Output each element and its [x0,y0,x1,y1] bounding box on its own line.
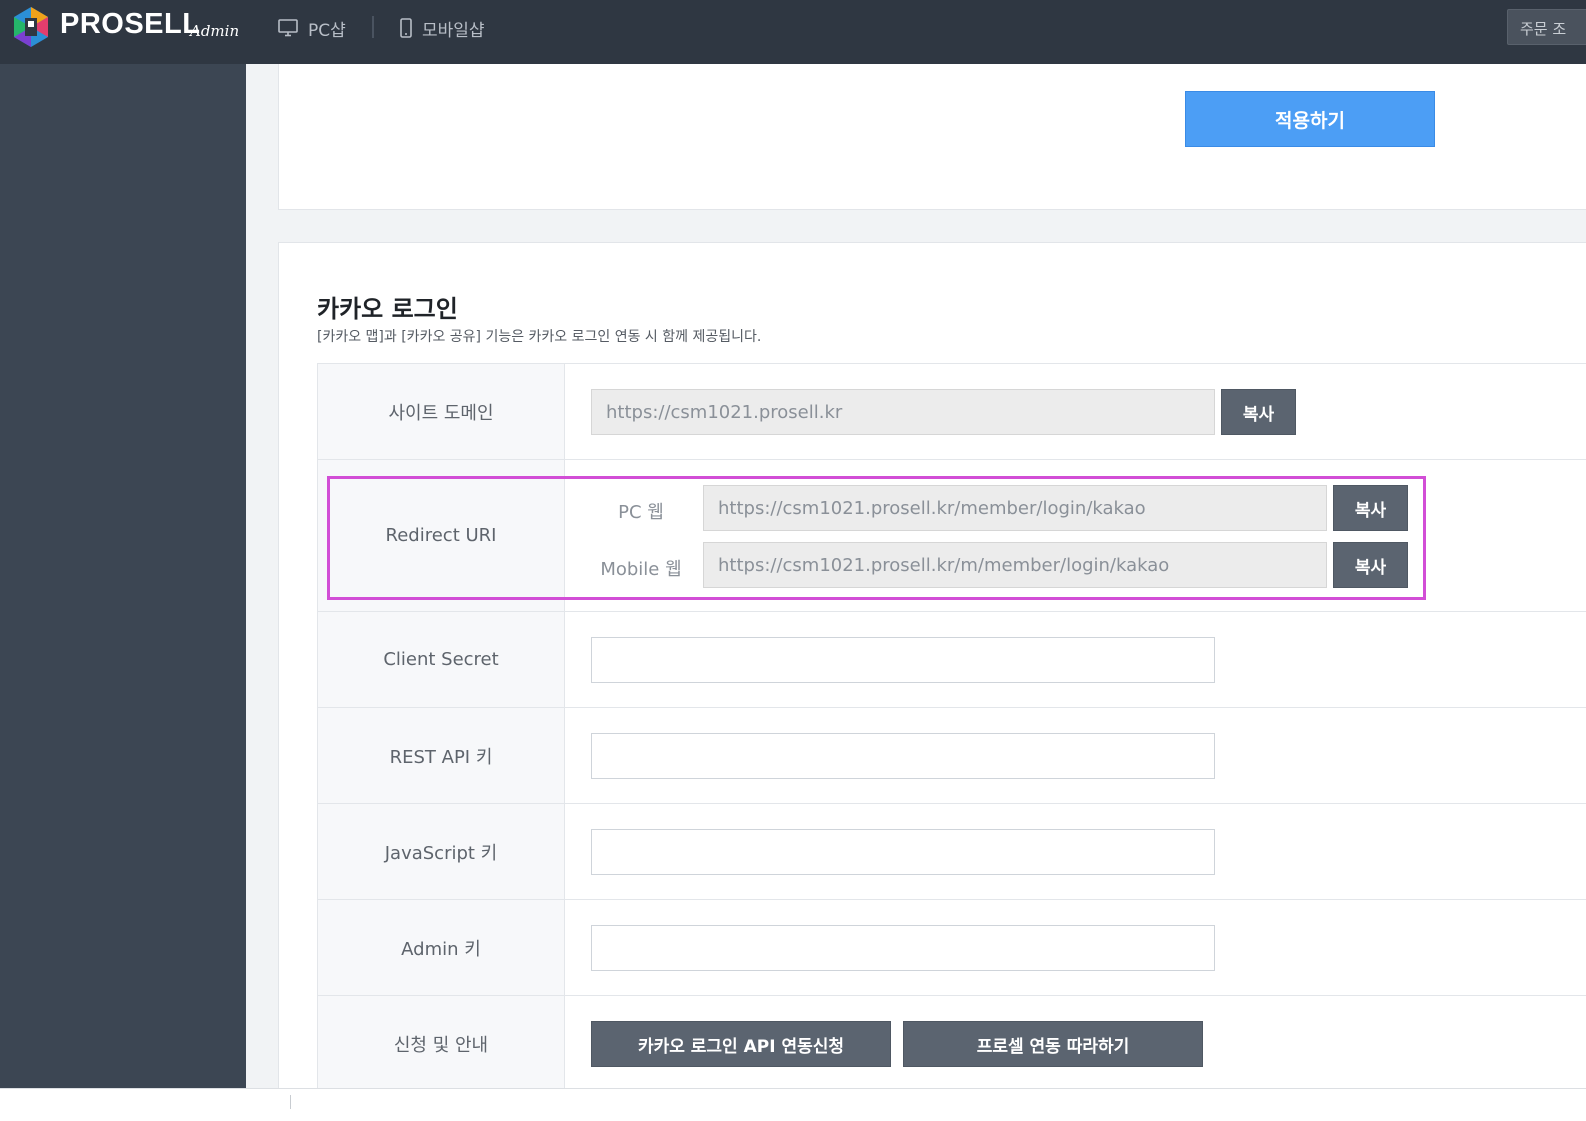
site-domain-copy-button[interactable]: 복사 [1221,389,1296,435]
row-site-domain: 사이트 도메인 https://csm1021.prosell.kr 복사 [317,363,1586,459]
mobile-web-label: Mobile 웹 [600,559,682,580]
javascript-key-input[interactable] [591,829,1215,875]
site-domain-label: 사이트 도메인 [317,364,565,459]
pc-web-label: PC 웹 [618,502,664,523]
admin-key-label: Admin 키 [317,900,565,995]
redirect-uri-label: Redirect URI [317,460,565,611]
row-rest-api-key: REST API 키 [317,707,1586,803]
pc-redirect-copy-button[interactable]: 복사 [1333,485,1408,531]
bottom-divider [290,1095,291,1109]
row-admin-key: Admin 키 [317,899,1586,995]
rest-api-key-input[interactable] [591,733,1215,779]
client-secret-label: Client Secret [317,612,565,707]
row-guide: 신청 및 안내 카카오 로그인 API 연동신청 프로셀 연동 따라하기 [317,995,1586,1088]
pc-redirect-uri-field[interactable]: https://csm1021.prosell.kr/member/login/… [703,485,1327,531]
javascript-key-label: JavaScript 키 [317,804,565,899]
rest-api-key-label: REST API 키 [317,708,565,803]
top-settings-card: 적용하기 [278,64,1586,210]
row-client-secret: Client Secret [317,611,1586,707]
nav-mobile-shop[interactable]: 모바일샵 [400,16,485,41]
top-bar: PROSELL Admin PC샵 모바일샵 주문 조 [0,0,1586,64]
prosell-follow-guide-button[interactable]: 프로셀 연동 따라하기 [903,1021,1203,1067]
phone-icon [400,18,412,38]
guide-label: 신청 및 안내 [317,996,565,1088]
mobile-redirect-uri-field[interactable]: https://csm1021.prosell.kr/m/member/logi… [703,542,1327,588]
admin-key-input[interactable] [591,925,1215,971]
kakao-api-apply-button[interactable]: 카카오 로그인 API 연동신청 [591,1021,891,1067]
sidebar [0,64,246,1088]
client-secret-input[interactable] [591,637,1215,683]
prosell-logo-icon[interactable] [12,6,50,48]
bottom-bar [0,1088,1586,1121]
apply-button[interactable]: 적용하기 [1185,91,1435,147]
kakao-login-card: 카카오 로그인 [카카오 맵]과 [카카오 공유] 기능은 카카오 로그인 연동… [278,242,1586,1088]
row-javascript-key: JavaScript 키 [317,803,1586,899]
settings-table: 사이트 도메인 https://csm1021.prosell.kr 복사 Re… [317,363,1586,1088]
nav-mobile-shop-label: 모바일샵 [422,20,485,41]
nav-pc-shop-label: PC샵 [308,20,346,41]
brand-name[interactable]: PROSELL [60,8,200,41]
main-content: 적용하기 카카오 로그인 [카카오 맵]과 [카카오 공유] 기능은 카카오 로… [246,64,1586,1088]
site-domain-field[interactable]: https://csm1021.prosell.kr [591,389,1215,435]
brand-subtitle: Admin [190,22,240,40]
order-button[interactable]: 주문 조 [1507,9,1586,45]
row-redirect-uri: Redirect URI PC 웹 https://csm1021.prosel… [317,459,1586,611]
section-title: 카카오 로그인 [317,295,458,323]
mobile-redirect-copy-button[interactable]: 복사 [1333,542,1408,588]
section-description: [카카오 맵]과 [카카오 공유] 기능은 카카오 로그인 연동 시 함께 제공… [317,329,762,345]
nav-pc-shop[interactable]: PC샵 [278,16,346,41]
monitor-icon [278,19,298,37]
nav-divider [372,16,374,38]
